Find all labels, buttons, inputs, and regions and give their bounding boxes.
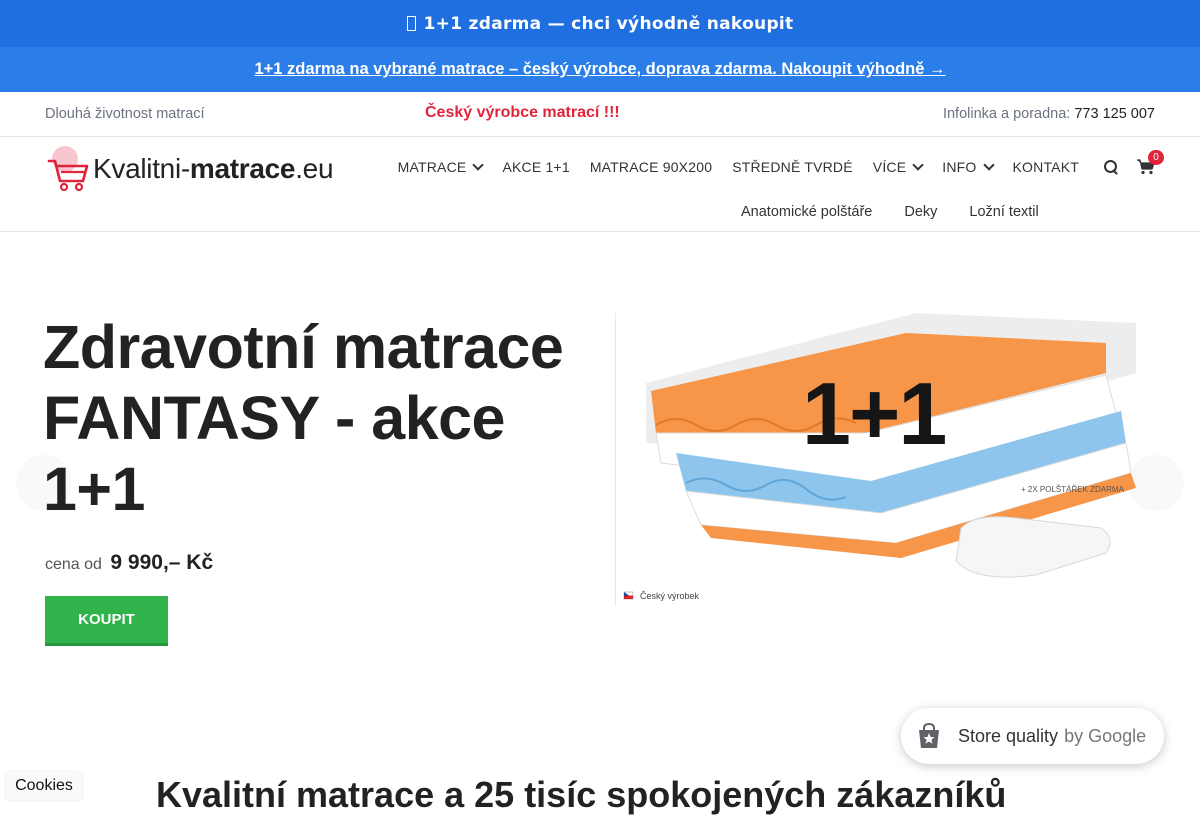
promo-link-bar: 1+1 zdarma na vybrané matrace – český vý… [0, 47, 1200, 92]
nav-item-label: VÍCE [872, 159, 907, 175]
origin-note: Český výrobek [640, 591, 700, 601]
promo-banner-text: 1+1 zdarma — chci výhodně nakoupit [423, 13, 794, 34]
nav-item-label: INFO [942, 159, 977, 175]
hero-title: Zdravotní matrace FANTASY - akce 1+1 [43, 313, 564, 523]
subnav-item-deky[interactable]: Deky [904, 204, 937, 220]
nav-item-kontakt[interactable]: KONTAKT [1013, 159, 1079, 175]
chevron-down-icon [912, 159, 924, 171]
nav-item-label: STŘEDNĚ TVRDÉ [732, 159, 853, 175]
site-header: Kvalitni-matrace.eu MATRACE AKCE 1+1 MAT… [0, 137, 1200, 232]
nav-item-info[interactable]: INFO [942, 159, 995, 175]
shopping-cart-logo-icon [47, 146, 89, 192]
nav-item-matrace-90x200[interactable]: MATRACE 90X200 [590, 159, 712, 175]
cookies-button[interactable]: Cookies [6, 772, 82, 800]
helpline-label: Infolinka a poradna: [942, 106, 1071, 122]
nav-item-akce[interactable]: AKCE 1+1 [502, 159, 569, 175]
helpline: Infolinka a poradna: 773 125 007 [943, 106, 1155, 122]
chevron-down-icon [472, 159, 485, 171]
section-title: Kvalitní matrace a 25 tisíc spokojených … [156, 774, 1007, 815]
nav-item-label: MATRACE [397, 159, 467, 175]
cart-count-badge: 0 [1148, 150, 1164, 165]
promo-banner[interactable]: 1+1 zdarma — chci výhodně nakoupit [0, 0, 1200, 47]
buy-button[interactable]: KOUPIT [45, 596, 168, 646]
main-nav: MATRACE AKCE 1+1 MATRACE 90X200 STŘEDNĚ … [378, 150, 1164, 175]
shopping-bag-icon [919, 722, 939, 748]
nav-item-stredne-tvrde[interactable]: STŘEDNĚ TVRDÉ [732, 159, 853, 175]
chevron-down-icon [982, 159, 995, 171]
top-info-bar: Dlouhá životnost matrací Český výrobce m… [0, 92, 1200, 137]
pillow-note: + 2X POLŠTÁŘEK ZDARMA [1021, 485, 1124, 494]
search-icon[interactable] [1103, 159, 1119, 175]
hero-price: cena od 9 990,– Kč [45, 551, 213, 575]
product-image[interactable]: 1+1 + 2X POLŠTÁŘEK ZDARMA Český výrobek [615, 313, 1137, 606]
helpline-phone[interactable]: 773 125 007 [1074, 106, 1155, 122]
price-label: cena od [45, 556, 102, 573]
subnav-item-polstare[interactable]: Anatomické polštáře [741, 204, 872, 220]
nav-item-label: KONTAKT [1012, 159, 1079, 175]
nav-item-vice[interactable]: VÍCE [872, 159, 924, 175]
nav-item-matrace[interactable]: MATRACE [397, 159, 485, 175]
manufacturer-text: Český výrobce matrací !!! [425, 104, 620, 121]
nav-item-label: MATRACE 90X200 [589, 159, 713, 175]
cart-button[interactable]: 0 [1137, 150, 1164, 175]
logo-prefix: Kvalitni- [93, 153, 190, 184]
nav-item-label: AKCE 1+1 [502, 159, 570, 175]
subnav-item-lozni-textil[interactable]: Ložní textil [969, 204, 1038, 220]
longevity-text: Dlouhá životnost matrací [45, 106, 205, 122]
promo-link[interactable]: 1+1 zdarma na vybrané matrace – český vý… [254, 60, 945, 79]
badge-suffix: by Google [1064, 725, 1147, 746]
logo-text: Kvalitni-matrace.eu [93, 153, 334, 185]
missing-glyph-icon [406, 16, 416, 31]
badge-text: Store quality [958, 725, 1059, 746]
promo-overlay-text: 1+1 [802, 364, 947, 463]
logo-suffix: .eu [295, 153, 334, 184]
price-value: 9 990,– Kč [110, 551, 214, 574]
site-logo[interactable]: Kvalitni-matrace.eu [45, 145, 334, 193]
google-store-quality-badge[interactable]: Store quality by Google [901, 708, 1164, 764]
logo-bold: matrace [189, 153, 296, 184]
sub-nav: Anatomické polštáře Deky Ložní textil [741, 204, 1071, 220]
